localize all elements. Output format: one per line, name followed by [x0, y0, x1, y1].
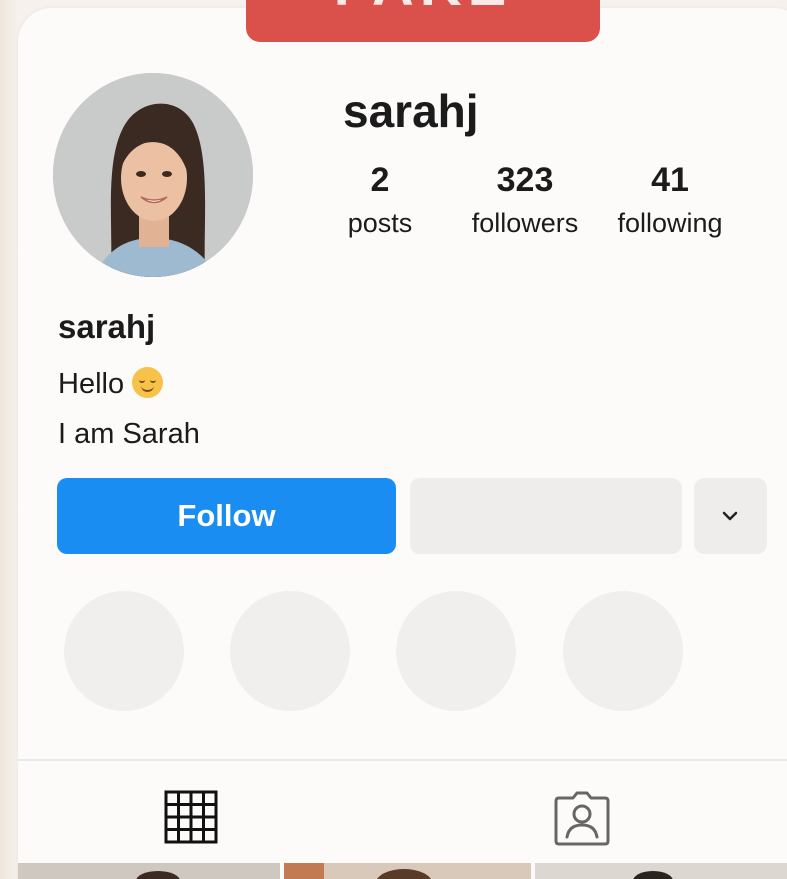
post-thumbnail-image — [284, 863, 531, 879]
story-highlight[interactable] — [64, 591, 184, 711]
story-highlight[interactable] — [563, 591, 683, 711]
tagged-user-icon — [554, 791, 610, 846]
story-highlight[interactable] — [230, 591, 350, 711]
story-highlight[interactable] — [396, 591, 516, 711]
bio-name: sarahj — [58, 308, 156, 345]
smiling-face-icon — [132, 367, 164, 398]
bio-line-2: I am Sarah — [58, 418, 200, 450]
stat-following[interactable]: 41 following — [600, 160, 740, 246]
follow-button[interactable]: Follow — [57, 478, 396, 554]
tabs-divider — [18, 759, 787, 761]
followers-label: followers — [471, 208, 579, 238]
following-count: 41 — [651, 161, 689, 199]
page: FAKE sarahj 2 posts 323 followers 41 fol… — [0, 0, 787, 879]
fake-banner: FAKE — [246, 0, 600, 42]
posts-count: 2 — [370, 161, 390, 199]
tab-tagged[interactable] — [553, 790, 611, 846]
following-label: following — [617, 208, 723, 238]
post-thumbnail[interactable] — [535, 863, 787, 879]
posts-label: posts — [347, 208, 413, 238]
post-thumbnail[interactable] — [284, 863, 531, 879]
fake-banner-label: FAKE — [246, 0, 600, 19]
followers-count: 323 — [496, 161, 554, 199]
avatar[interactable] — [53, 73, 253, 277]
bio-line-1: Hello — [58, 367, 164, 401]
tab-posts-grid[interactable] — [164, 790, 218, 844]
chevron-down-icon — [722, 511, 738, 521]
post-thumbnail[interactable] — [18, 863, 280, 879]
secondary-action-button[interactable] — [410, 478, 682, 554]
stat-followers[interactable]: 323 followers — [455, 160, 595, 246]
post-thumbnail-image — [18, 863, 280, 879]
post-thumbnail-image — [535, 863, 787, 879]
profile-photo — [53, 73, 253, 277]
profile-username: sarahj — [343, 85, 479, 137]
stat-posts[interactable]: 2 posts — [310, 160, 450, 246]
more-options-button[interactable] — [694, 478, 767, 554]
bio-line-1-text: Hello — [58, 368, 125, 400]
grid-icon — [164, 790, 218, 844]
